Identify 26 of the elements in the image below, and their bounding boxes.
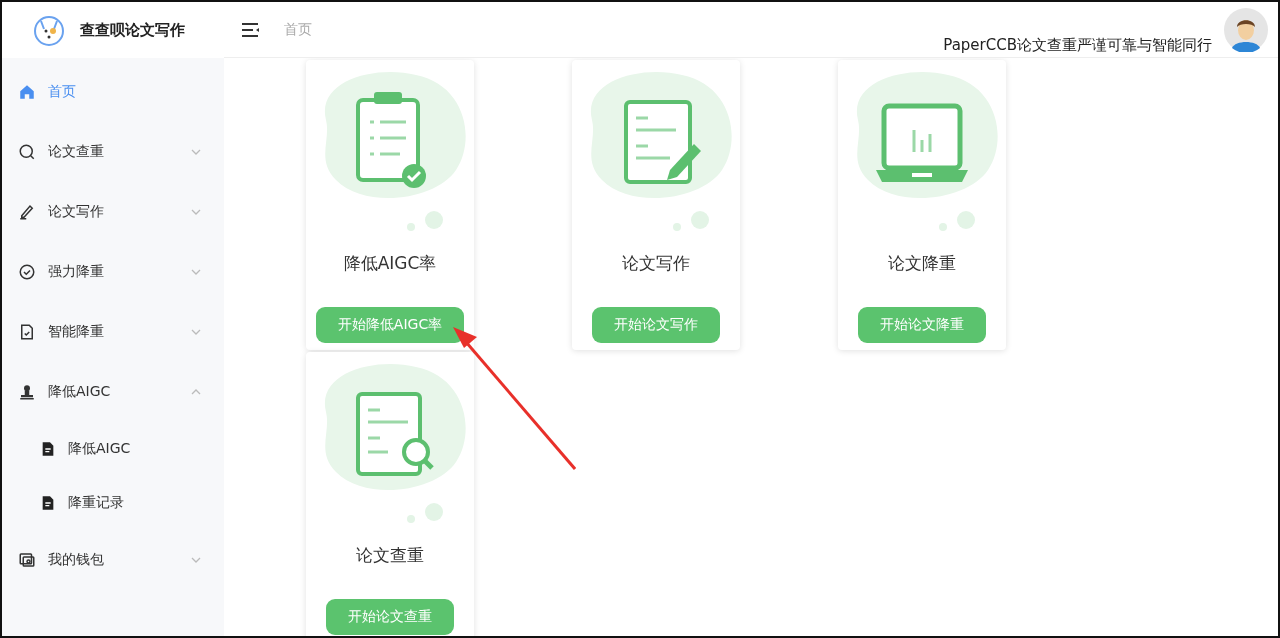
search-icon	[18, 143, 36, 161]
home-icon	[18, 83, 36, 101]
sidebar-subitem[interactable]: 降重记录	[2, 476, 224, 530]
wallet-icon	[18, 551, 36, 569]
sidebar-item[interactable]: 强力降重	[2, 242, 224, 302]
pen-icon	[18, 203, 36, 221]
card-title: 降低AIGC率	[343, 252, 437, 275]
slogan: PaperCCB论文查重严谨可靠与智能同行	[943, 36, 1212, 56]
sidebar-subitem[interactable]: 降低AIGC	[2, 422, 224, 476]
dog-logo-icon	[32, 13, 66, 47]
document-check-icon	[18, 323, 36, 341]
check-circle-icon	[18, 263, 36, 281]
app-name: 查查呗论文写作	[80, 20, 185, 40]
card-title: 论文写作	[622, 252, 690, 275]
stamp-icon	[18, 383, 36, 401]
card-title: 论文查重	[356, 544, 424, 567]
avatar[interactable]	[1224, 7, 1268, 52]
document-icon	[40, 495, 56, 511]
sidebar-item[interactable]: 我的钱包	[2, 530, 224, 590]
sidebar-item[interactable]: 智能降重	[2, 302, 224, 362]
sidebar-item[interactable]: 降低AIGC	[2, 362, 224, 422]
sidebar-item[interactable]: 论文写作	[2, 182, 224, 242]
document-icon	[40, 441, 56, 457]
menu-collapse-icon[interactable]	[242, 22, 260, 37]
sidebar-item[interactable]: 论文查重	[2, 122, 224, 182]
card-title: 论文降重	[888, 252, 956, 275]
